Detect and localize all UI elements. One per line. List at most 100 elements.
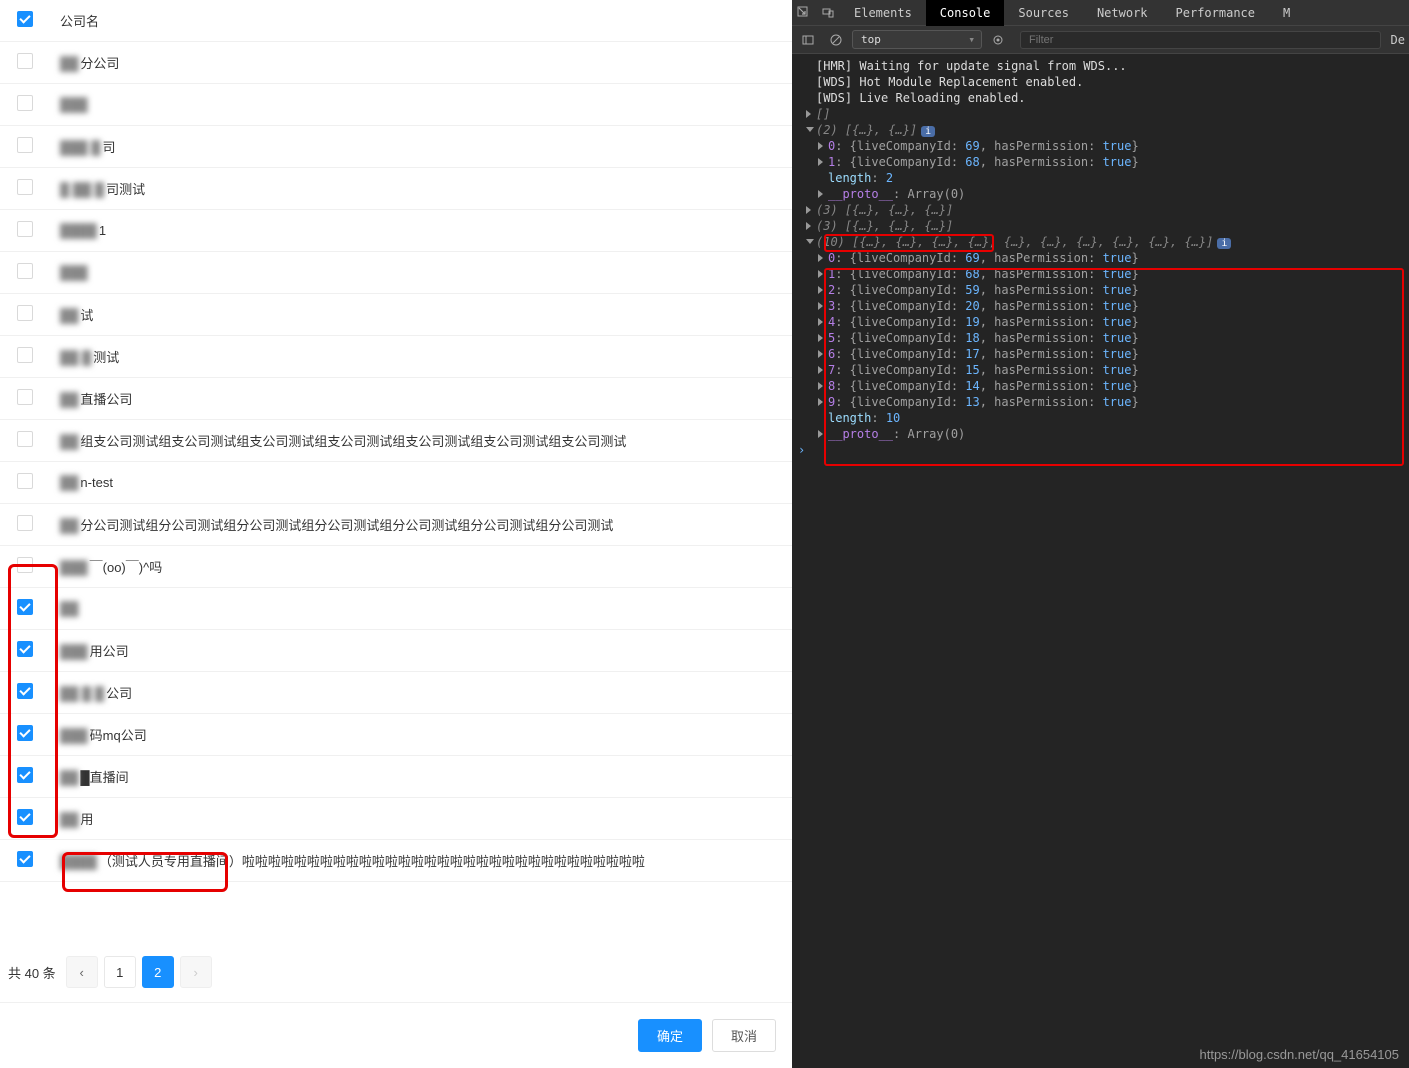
log-object-item[interactable]: 8: {liveCompanyId: 14, hasPermission: tr…: [792, 378, 1409, 394]
row-checkbox[interactable]: [17, 263, 33, 279]
log-object-item[interactable]: 7: {liveCompanyId: 15, hasPermission: tr…: [792, 362, 1409, 378]
expand-icon[interactable]: [818, 318, 823, 326]
devtools-tab[interactable]: Elements: [840, 0, 926, 26]
table-row: ███码mq公司: [0, 714, 792, 756]
log-object-item[interactable]: 9: {liveCompanyId: 13, hasPermission: tr…: [792, 394, 1409, 410]
row-checkbox[interactable]: [17, 53, 33, 69]
table-row: ██用: [0, 798, 792, 840]
expand-icon[interactable]: [818, 334, 823, 342]
expand-icon[interactable]: [818, 190, 823, 198]
row-checkbox[interactable]: [17, 431, 33, 447]
table-row: ██分公司: [0, 42, 792, 84]
expand-icon[interactable]: [818, 286, 823, 294]
log-array-2[interactable]: (2) [{…}, {…}]i: [792, 122, 1409, 138]
expand-icon[interactable]: [806, 222, 811, 230]
info-icon: i: [1217, 238, 1231, 249]
cancel-button[interactable]: 取消: [712, 1019, 776, 1052]
row-checkbox[interactable]: [17, 851, 33, 867]
company-name-cell: ██: [50, 588, 792, 630]
devtools-tab[interactable]: Console: [926, 0, 1005, 26]
row-checkbox[interactable]: [17, 599, 33, 615]
devtools-tab[interactable]: Sources: [1004, 0, 1083, 26]
devtools-tab[interactable]: M: [1269, 0, 1304, 26]
expand-icon[interactable]: [818, 270, 823, 278]
column-header-company: 公司名: [50, 0, 792, 42]
log-object-item[interactable]: 1: {liveCompanyId: 68, hasPermission: tr…: [792, 266, 1409, 282]
context-select[interactable]: top: [852, 30, 982, 49]
live-expression-icon[interactable]: [990, 32, 1006, 48]
log-object-item[interactable]: 5: {liveCompanyId: 18, hasPermission: tr…: [792, 330, 1409, 346]
log-array-3b[interactable]: (3) [{…}, {…}, {…}]: [792, 218, 1409, 234]
table-row: ██分公司测试组分公司测试组分公司测试组分公司测试组分公司测试组分公司测试组分公…: [0, 504, 792, 546]
filter-input[interactable]: [1020, 31, 1381, 49]
expand-icon[interactable]: [818, 398, 823, 406]
log-object-item[interactable]: 4: {liveCompanyId: 19, hasPermission: tr…: [792, 314, 1409, 330]
collapse-icon[interactable]: [806, 127, 814, 132]
devtools-tab[interactable]: Network: [1083, 0, 1162, 26]
row-checkbox[interactable]: [17, 389, 33, 405]
row-checkbox[interactable]: [17, 725, 33, 741]
log-proto[interactable]: __proto__: Array(0): [792, 426, 1409, 442]
company-name-cell: ██ █测试: [50, 336, 792, 378]
devtools-panel: ElementsConsoleSourcesNetworkPerformance…: [792, 0, 1409, 1068]
log-object-item[interactable]: 1: {liveCompanyId: 68, hasPermission: tr…: [792, 154, 1409, 170]
log-object-item[interactable]: 0: {liveCompanyId: 69, hasPermission: tr…: [792, 250, 1409, 266]
company-list-panel: 公司名 ██分公司 ███ ███ █司 █ ██ █司测试 ████1 ███…: [0, 0, 792, 1068]
company-name-cell: ██组支公司测试组支公司测试组支公司测试组支公司测试组支公司测试组支公司测试组支…: [50, 420, 792, 462]
expand-icon[interactable]: [818, 302, 823, 310]
expand-icon[interactable]: [806, 206, 811, 214]
inspect-icon[interactable]: [796, 5, 812, 21]
default-levels-label[interactable]: De: [1391, 33, 1405, 47]
expand-icon[interactable]: [818, 366, 823, 374]
row-checkbox[interactable]: [17, 305, 33, 321]
pager-next-button[interactable]: ›: [180, 956, 212, 988]
log-array-3a[interactable]: (3) [{…}, {…}, {…}]: [792, 202, 1409, 218]
clear-console-icon[interactable]: [828, 32, 844, 48]
company-name-cell: ██分公司: [50, 42, 792, 84]
row-checkbox[interactable]: [17, 179, 33, 195]
pager-page-button[interactable]: 2: [142, 956, 174, 988]
table-row: ██: [0, 588, 792, 630]
console-sidebar-icon[interactable]: [800, 32, 816, 48]
console-output: [HMR] Waiting for update signal from WDS…: [792, 54, 1409, 1068]
log-object-item[interactable]: 0: {liveCompanyId: 69, hasPermission: tr…: [792, 138, 1409, 154]
pager-prev-button[interactable]: ‹: [66, 956, 98, 988]
devtools-tab[interactable]: Performance: [1162, 0, 1269, 26]
log-empty-array[interactable]: []: [792, 106, 1409, 122]
log-array-10[interactable]: (10) [{…}, {…}, {…}, {…}, {…}, {…}, {…},…: [792, 234, 1409, 250]
row-checkbox[interactable]: [17, 473, 33, 489]
company-name-cell: ███: [50, 252, 792, 294]
expand-icon[interactable]: [818, 254, 823, 262]
row-checkbox[interactable]: [17, 515, 33, 531]
company-name-cell: ██ █ █公司: [50, 672, 792, 714]
row-checkbox[interactable]: [17, 347, 33, 363]
table-row: ███ █司: [0, 126, 792, 168]
expand-icon[interactable]: [806, 110, 811, 118]
log-length: length: 2: [792, 170, 1409, 186]
expand-icon[interactable]: [818, 430, 823, 438]
log-proto[interactable]: __proto__: Array(0): [792, 186, 1409, 202]
pager-page-button[interactable]: 1: [104, 956, 136, 988]
expand-icon[interactable]: [818, 350, 823, 358]
collapse-icon[interactable]: [806, 239, 814, 244]
expand-icon[interactable]: [818, 158, 823, 166]
confirm-button[interactable]: 确定: [638, 1019, 702, 1052]
row-checkbox[interactable]: [17, 683, 33, 699]
row-checkbox[interactable]: [17, 137, 33, 153]
table-header-row: 公司名: [0, 0, 792, 42]
row-checkbox[interactable]: [17, 557, 33, 573]
expand-icon[interactable]: [818, 382, 823, 390]
company-name-cell: ███直播间: [50, 756, 792, 798]
log-object-item[interactable]: 2: {liveCompanyId: 59, hasPermission: tr…: [792, 282, 1409, 298]
row-checkbox[interactable]: [17, 809, 33, 825]
row-checkbox[interactable]: [17, 641, 33, 657]
console-prompt[interactable]: ›: [792, 442, 1409, 444]
log-object-item[interactable]: 3: {liveCompanyId: 20, hasPermission: tr…: [792, 298, 1409, 314]
device-toggle-icon[interactable]: [820, 5, 836, 21]
expand-icon[interactable]: [818, 142, 823, 150]
row-checkbox[interactable]: [17, 767, 33, 783]
row-checkbox[interactable]: [17, 221, 33, 237]
row-checkbox[interactable]: [17, 95, 33, 111]
log-object-item[interactable]: 6: {liveCompanyId: 17, hasPermission: tr…: [792, 346, 1409, 362]
select-all-checkbox[interactable]: [17, 11, 33, 27]
